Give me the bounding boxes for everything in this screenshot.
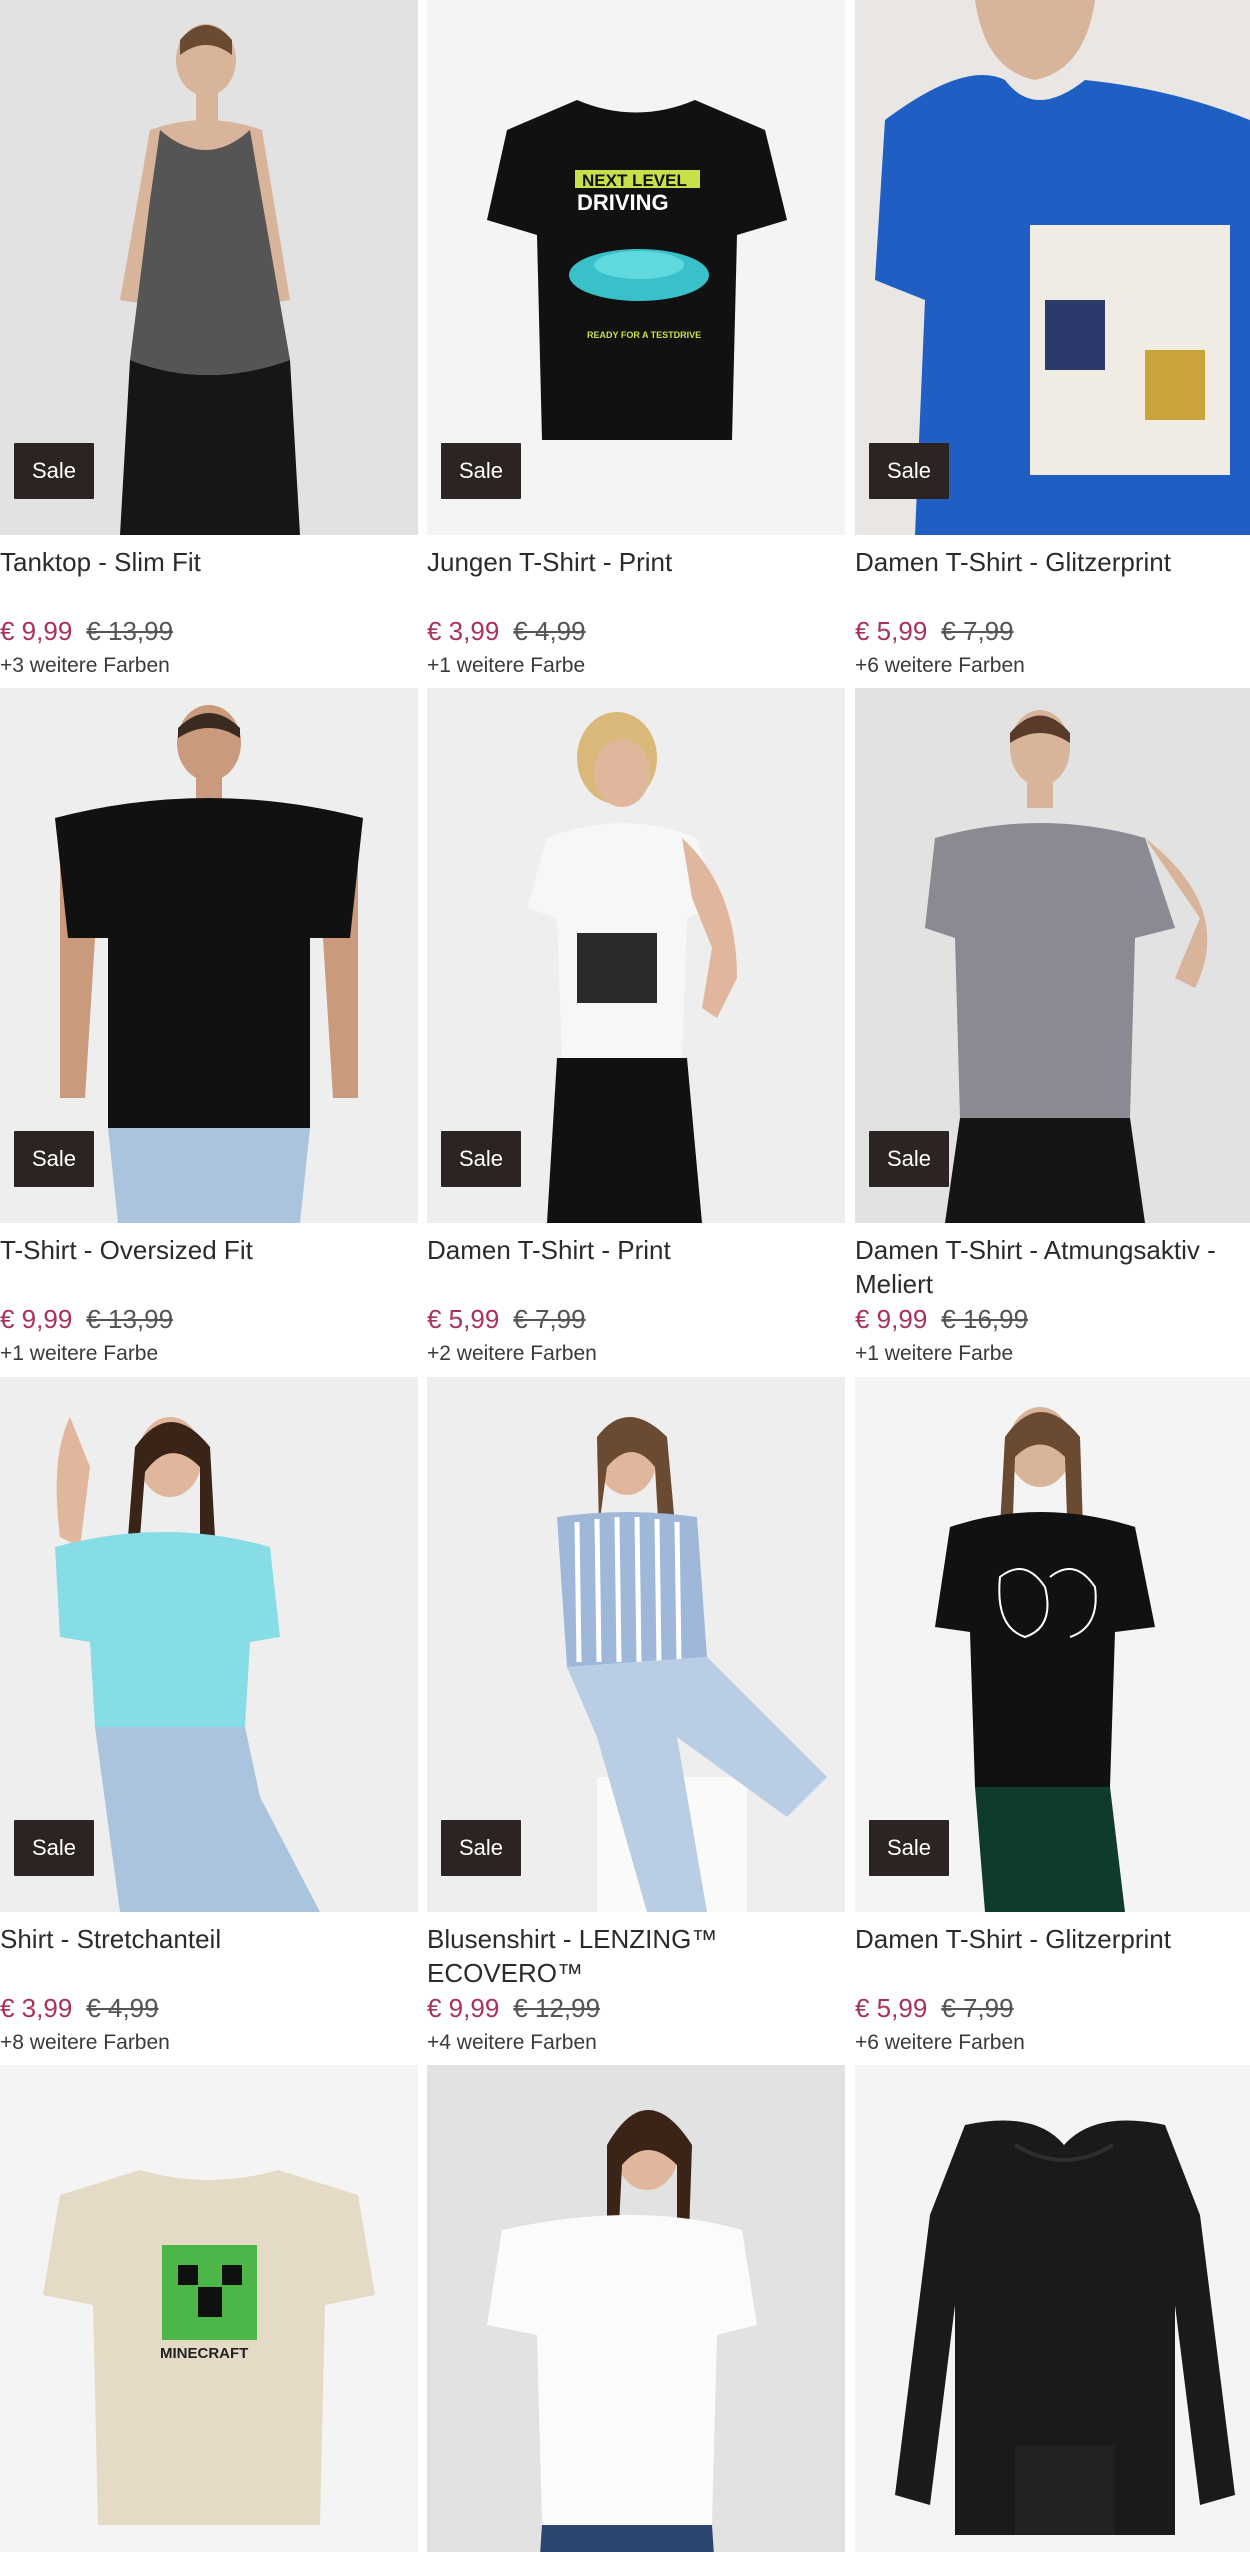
- product-price: € 3,99 € 4,99: [427, 614, 586, 648]
- sale-badge: Sale: [869, 1131, 949, 1187]
- product-price: € 5,99 € 7,99: [427, 1302, 586, 1336]
- price-now: € 9,99: [427, 1993, 500, 2023]
- product-title[interactable]: Blusenshirt - LENZING™ ECOVERO™: [427, 1922, 845, 1990]
- product-price: € 9,99 € 13,99: [0, 614, 173, 648]
- price-old: € 12,99: [513, 1993, 601, 2023]
- product-image[interactable]: Sale: [855, 2065, 1250, 2552]
- sale-badge: Sale: [869, 443, 949, 499]
- product-image[interactable]: Sale: [0, 1377, 418, 1912]
- product-image[interactable]: Sale: [0, 688, 418, 1223]
- price-old: € 7,99: [941, 1993, 1014, 2023]
- sale-badge: Sale: [14, 443, 94, 499]
- price-old: € 7,99: [513, 1304, 586, 1334]
- product-title[interactable]: T-Shirt - Oversized Fit: [0, 1233, 418, 1267]
- print-text: MINECRAFT: [160, 2345, 248, 2362]
- product-title[interactable]: Shirt - Stretchanteil: [0, 1922, 418, 1956]
- sale-badge: Sale: [441, 1131, 521, 1187]
- product-title[interactable]: Damen T-Shirt - Glitzerprint: [855, 545, 1250, 579]
- price-old: € 4,99: [513, 616, 586, 646]
- more-colors[interactable]: +1 weitere Farbe: [0, 1340, 158, 1368]
- product-price: € 9,99 € 12,99: [427, 1991, 600, 2025]
- product-price: € 3,99 € 4,99: [0, 1991, 159, 2025]
- product-title[interactable]: Damen T-Shirt - Glitzerprint: [855, 1922, 1250, 1956]
- sale-badge: Sale: [14, 1820, 94, 1876]
- sale-badge: Sale: [441, 443, 521, 499]
- product-title[interactable]: Damen T-Shirt - Atmungsaktiv - Meliert: [855, 1233, 1250, 1301]
- product-image[interactable]: Sale: [427, 2065, 845, 2552]
- more-colors[interactable]: +6 weitere Farben: [855, 652, 1025, 680]
- price-old: € 16,99: [941, 1304, 1029, 1334]
- print-text: DRIVING: [577, 190, 669, 215]
- price-old: € 13,99: [86, 1304, 174, 1334]
- product-title[interactable]: Tanktop - Slim Fit: [0, 545, 418, 579]
- product-image[interactable]: Sale: [0, 0, 418, 535]
- product-image[interactable]: Sale: [855, 0, 1250, 535]
- product-image[interactable]: MINECRAFT Sale: [0, 2065, 418, 2552]
- sale-badge: Sale: [14, 1131, 94, 1187]
- product-image[interactable]: Sale: [427, 688, 845, 1223]
- product-image[interactable]: Sale: [855, 688, 1250, 1223]
- more-colors[interactable]: +8 weitere Farben: [0, 2029, 170, 2057]
- product-price: € 9,99 € 16,99: [855, 1302, 1028, 1336]
- more-colors[interactable]: +1 weitere Farbe: [855, 1340, 1013, 1368]
- product-price: € 5,99 € 7,99: [855, 614, 1014, 648]
- price-now: € 5,99: [855, 616, 928, 646]
- product-image[interactable]: NEXT LEVEL DRIVING READY FOR A TESTDRIVE…: [427, 0, 845, 535]
- product-title[interactable]: Damen T-Shirt - Print: [427, 1233, 845, 1267]
- print-text: READY FOR A TESTDRIVE: [587, 330, 701, 340]
- product-photo-minecraft-tshirt: MINECRAFT: [43, 2170, 375, 2525]
- sale-badge: Sale: [869, 1820, 949, 1876]
- product-photo-basic-tshirt: [487, 2110, 757, 2552]
- price-old: € 7,99: [941, 616, 1014, 646]
- more-colors[interactable]: +3 weitere Farben: [0, 652, 170, 680]
- price-now: € 9,99: [0, 1304, 73, 1334]
- price-old: € 4,99: [86, 1993, 159, 2023]
- more-colors[interactable]: +2 weitere Farben: [427, 1340, 597, 1368]
- product-image[interactable]: Sale: [855, 1377, 1250, 1912]
- sale-badge: Sale: [441, 1820, 521, 1876]
- price-now: € 3,99: [0, 1993, 73, 2023]
- price-now: € 5,99: [855, 1993, 928, 2023]
- price-now: € 5,99: [427, 1304, 500, 1334]
- price-now: € 3,99: [427, 616, 500, 646]
- price-now: € 9,99: [855, 1304, 928, 1334]
- more-colors[interactable]: +4 weitere Farben: [427, 2029, 597, 2057]
- more-colors[interactable]: +1 weitere Farbe: [427, 652, 585, 680]
- product-price: € 9,99 € 13,99: [0, 1302, 173, 1336]
- product-title[interactable]: Jungen T-Shirt - Print: [427, 545, 845, 579]
- more-colors[interactable]: +6 weitere Farben: [855, 2029, 1025, 2057]
- price-now: € 9,99: [0, 616, 73, 646]
- product-price: € 5,99 € 7,99: [855, 1991, 1014, 2025]
- print-text: NEXT LEVEL: [582, 171, 687, 190]
- price-old: € 13,99: [86, 616, 174, 646]
- product-photo-longsleeve: [895, 2120, 1235, 2535]
- product-image[interactable]: Sale: [427, 1377, 845, 1912]
